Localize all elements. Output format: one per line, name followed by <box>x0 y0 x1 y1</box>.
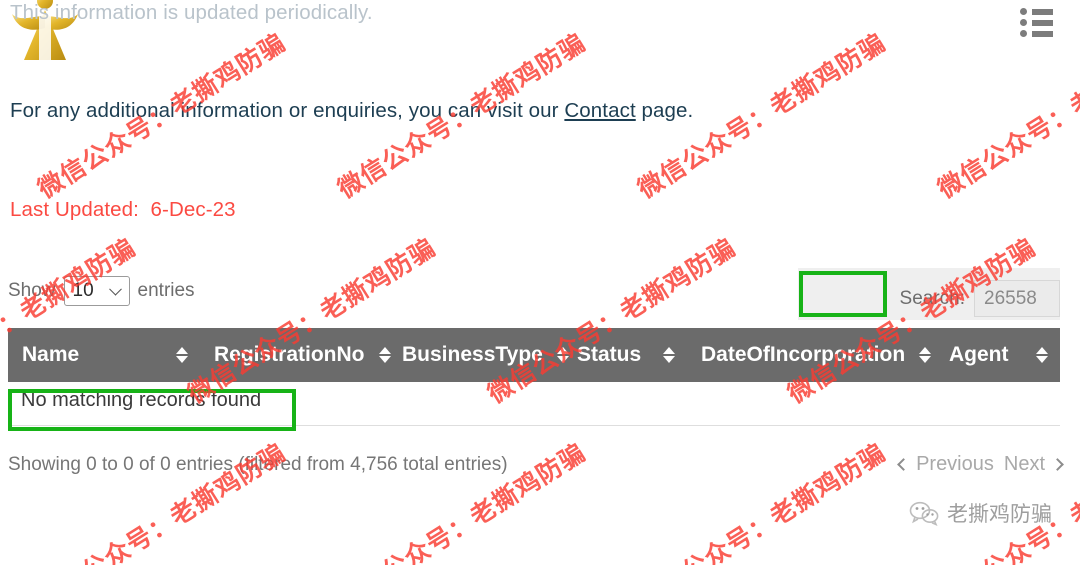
sort-arrows-icon <box>919 347 932 363</box>
column-header-businesstype[interactable]: BusinessType <box>388 328 569 382</box>
pagination-previous-button[interactable]: Previous <box>914 453 996 476</box>
chevron-right-icon <box>1051 458 1064 471</box>
bullet-dot <box>1020 30 1027 37</box>
update-notice: This information is updated periodically… <box>10 1 373 24</box>
empty-message: No matching records found <box>21 389 262 411</box>
length-suffix-label: entries <box>137 280 195 301</box>
column-header-status[interactable]: Status <box>563 328 687 382</box>
search-label: Search: <box>899 287 965 309</box>
pagination-next-button[interactable]: Next <box>1002 453 1047 476</box>
entries-per-page-value: 10 <box>72 280 94 301</box>
column-header-dateofincorporation[interactable]: DateOfIncorporation <box>687 328 935 382</box>
table-header-row: Name RegistrationNo BusinessType Status … <box>8 328 1060 382</box>
enquiry-info-text: For any additional information or enquir… <box>10 99 693 123</box>
results-table: Name RegistrationNo BusinessType Status … <box>8 328 1060 426</box>
last-updated-label: Last Updated: <box>10 198 139 221</box>
table-search-control: Search: 26558 <box>600 280 1060 317</box>
watermark-text: 微信公众号：老撕鸡防骗 <box>480 0 742 1</box>
enquiry-info-prefix: For any additional information or enquir… <box>10 99 565 122</box>
search-input[interactable]: 26558 <box>974 280 1060 317</box>
last-updated: Last Updated: 6-Dec-23 <box>10 198 236 222</box>
column-label: Agent <box>949 343 1009 366</box>
wechat-watermark-badge: 老撕鸡防骗 <box>909 498 1052 528</box>
wechat-icon <box>909 501 939 526</box>
last-updated-value: 6-Dec-23 <box>150 198 236 221</box>
page-root: This information is updated periodically… <box>0 0 1080 565</box>
bullet-bar <box>1032 19 1053 26</box>
table-info-text: Showing 0 to 0 of 0 entries (filtered fr… <box>8 454 508 475</box>
table-pagination: Previous Next <box>897 453 1064 476</box>
column-header-name[interactable]: Name <box>8 328 200 382</box>
watermark-text: 微信公众号：老撕鸡防骗 <box>932 27 1080 204</box>
column-label: Status <box>577 343 642 366</box>
column-label: Name <box>22 343 80 366</box>
sort-arrows-icon <box>176 347 188 363</box>
column-label: RegistrationNo <box>214 343 365 366</box>
length-prefix-label: Show <box>8 280 56 301</box>
contact-link[interactable]: Contact <box>564 99 635 122</box>
sort-arrows-icon <box>663 347 675 363</box>
column-label: BusinessType <box>402 343 543 366</box>
column-header-agent[interactable]: Agent <box>935 328 1060 382</box>
bullet-dot <box>1020 19 1027 26</box>
bullet-dot <box>1020 8 1027 15</box>
sort-arrows-icon <box>1036 347 1048 363</box>
list-menu-icon[interactable] <box>1020 8 1054 38</box>
watermark-text: 微信公众号：老撕鸡防骗 <box>780 0 1042 1</box>
enquiry-info-suffix: page. <box>635 99 694 122</box>
table-length-control: Show 10 entries <box>8 276 195 306</box>
wechat-badge-text: 老撕鸡防骗 <box>947 503 1052 526</box>
table-empty-row: No matching records found <box>8 382 1060 426</box>
entries-per-page-select[interactable]: 10 <box>63 276 130 306</box>
chevron-left-icon <box>897 458 910 471</box>
column-header-registrationno[interactable]: RegistrationNo <box>200 328 391 382</box>
bullet-bar <box>1032 8 1053 15</box>
watermark-text: 微信公众号：老撕鸡防骗 <box>632 437 891 565</box>
bullet-bar <box>1032 30 1053 37</box>
chevron-down-icon <box>108 282 122 296</box>
column-label: DateOfIncorporation <box>701 343 906 366</box>
